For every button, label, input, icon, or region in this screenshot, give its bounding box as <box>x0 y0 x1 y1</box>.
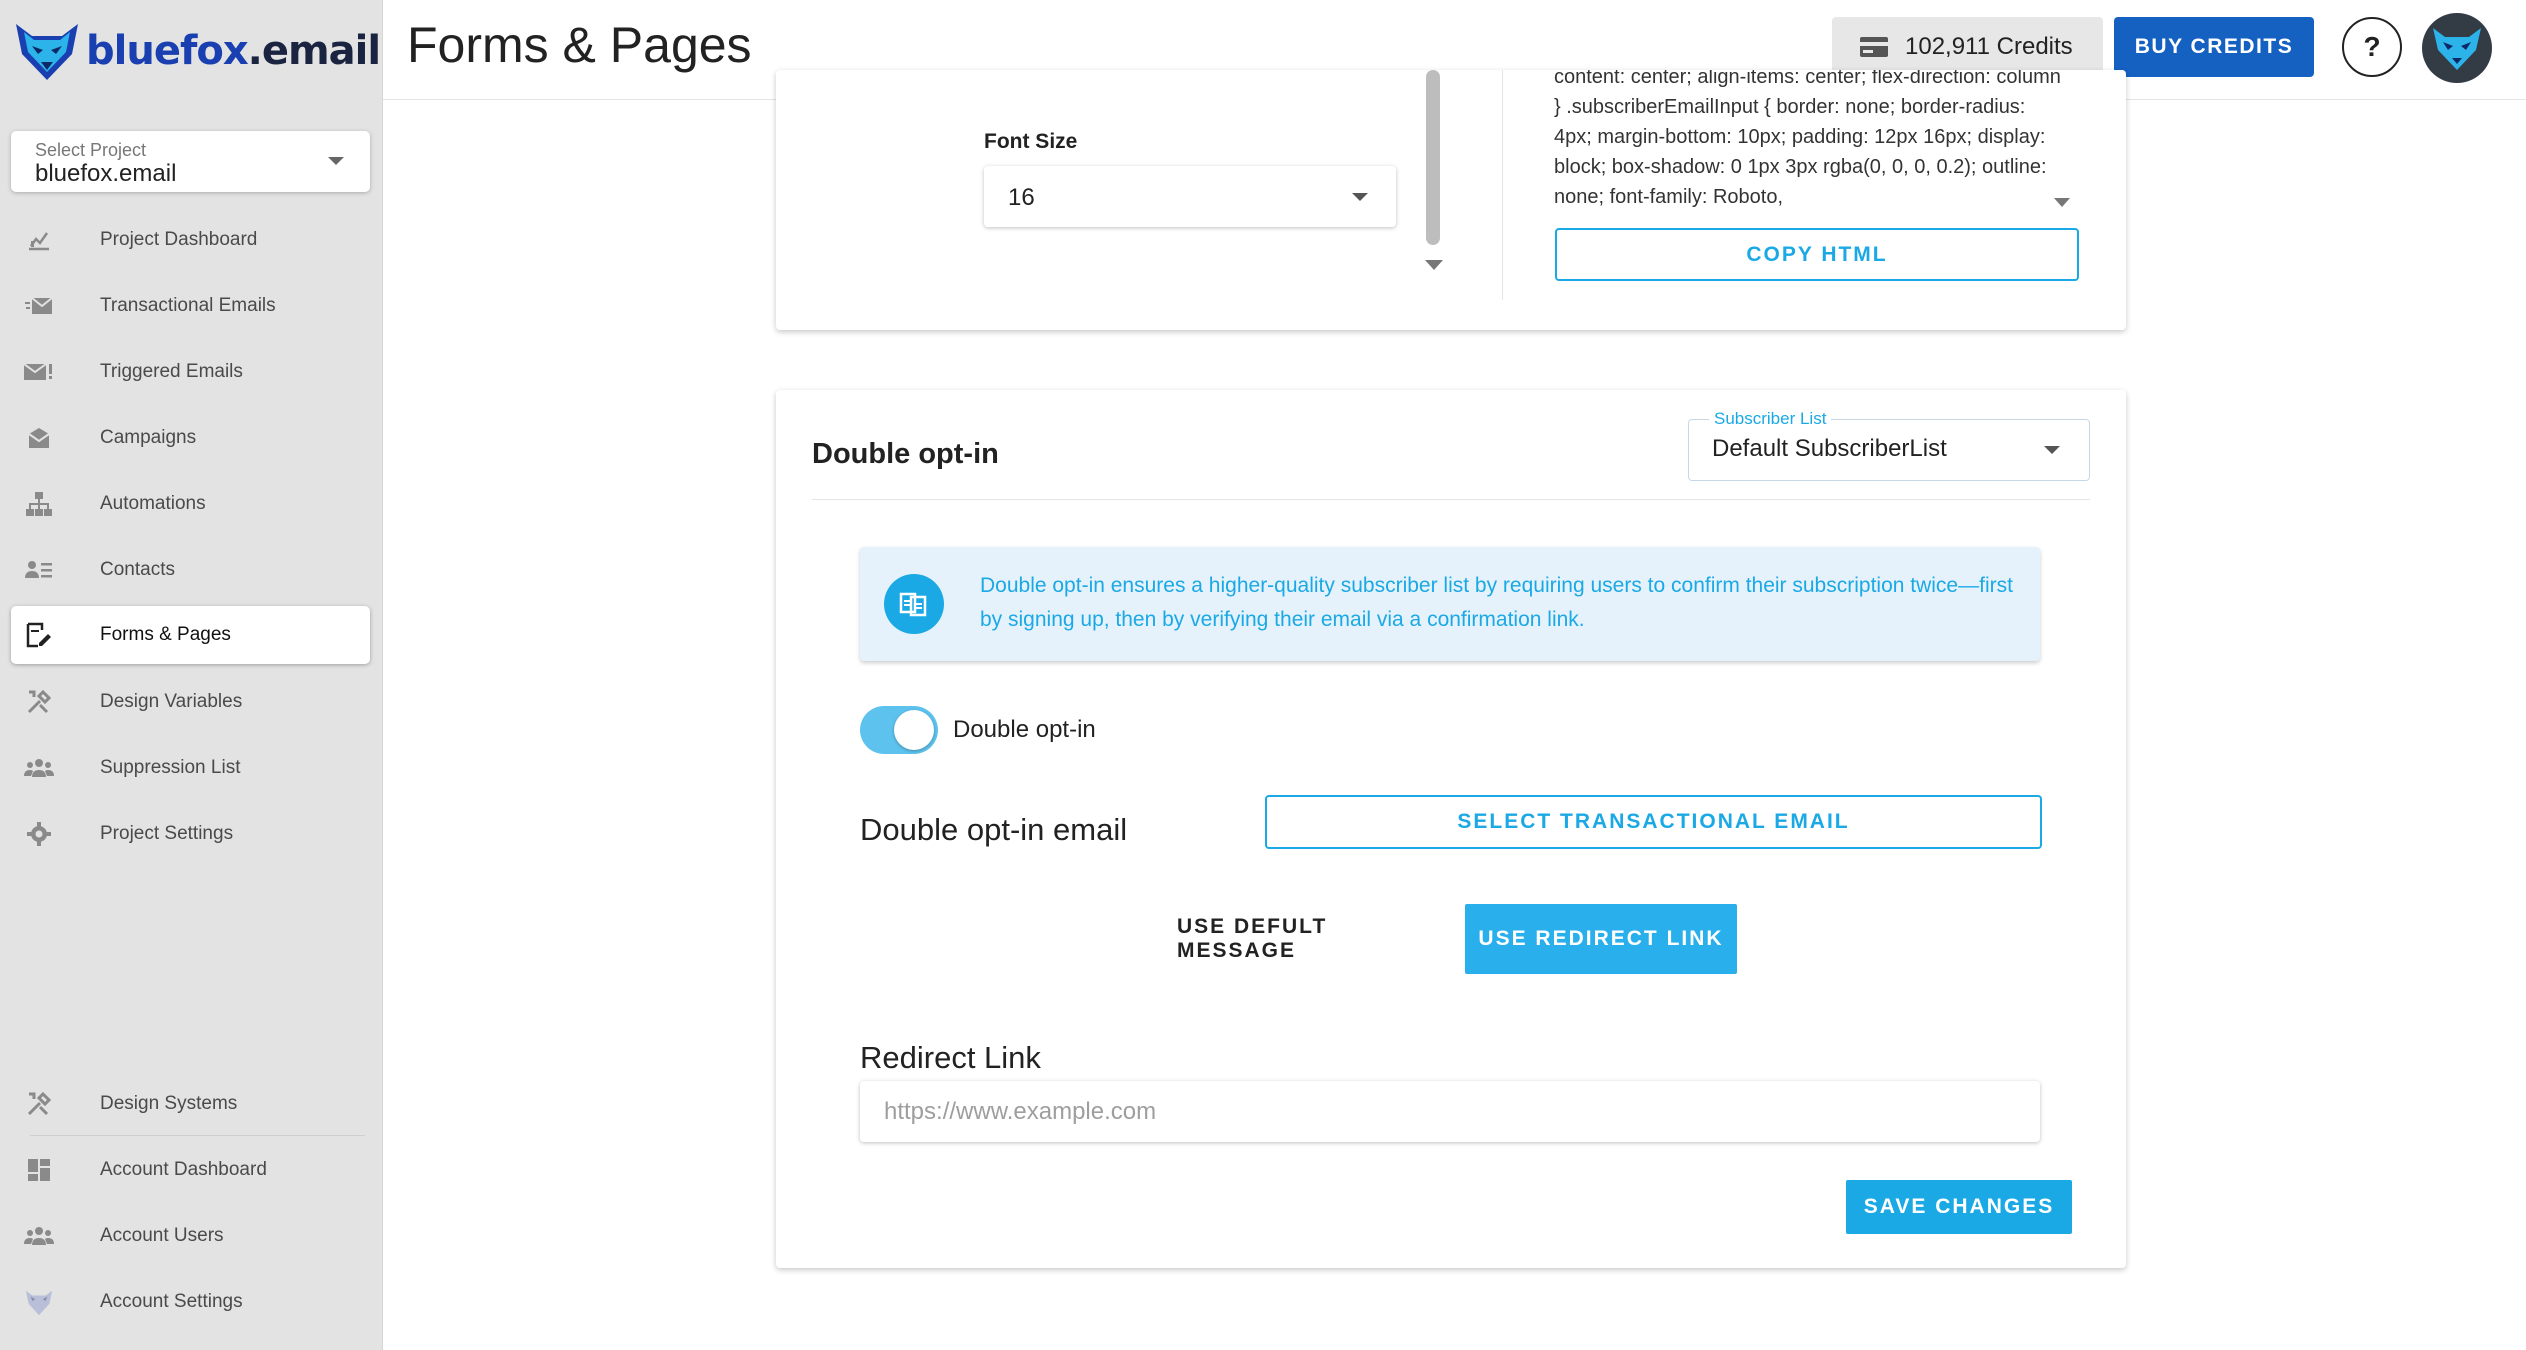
sitemap-icon <box>24 489 54 519</box>
style-settings-card: Font Size 16 content: center; align-item… <box>776 70 2126 330</box>
sidebar-item-design-variables[interactable]: Design Variables <box>11 673 370 731</box>
sidebar-item-label: Account Dashboard <box>100 1159 267 1180</box>
dashboard-icon <box>24 1155 54 1185</box>
copy-html-button[interactable]: COPY HTML <box>1555 228 2079 281</box>
html-code-preview[interactable]: content: center; align-items: center; fl… <box>1554 70 2064 225</box>
sidebar-item-triggered-emails[interactable]: Triggered Emails <box>11 343 370 401</box>
font-size-label: Font Size <box>984 130 1078 153</box>
sidebar-item-label: Design Variables <box>100 691 243 712</box>
sidebar-item-forms-pages[interactable]: Forms & Pages <box>11 606 370 664</box>
redirect-link-input[interactable] <box>860 1081 2040 1142</box>
sidebar-item-suppression-list[interactable]: Suppression List <box>11 739 370 797</box>
scroll-down-arrow-icon[interactable] <box>1425 260 1443 270</box>
page-title: Forms & Pages <box>407 17 752 73</box>
credits-count: 102,911 Credits <box>1905 33 2073 60</box>
sidebar-item-campaigns[interactable]: Campaigns <box>11 409 370 467</box>
brand-logo[interactable]: bluefox.email <box>10 8 381 93</box>
form-edit-icon <box>24 620 54 650</box>
campaign-icon <box>24 423 54 453</box>
fox-logo-icon <box>16 23 78 80</box>
font-size-value: 16 <box>1008 184 1035 211</box>
mail-alert-icon <box>24 357 54 387</box>
sidebar-item-label: Automations <box>100 493 206 514</box>
buy-credits-button[interactable]: BUY CREDITS <box>2114 17 2314 77</box>
toggle-knob <box>894 710 934 750</box>
sidebar-item-project-settings[interactable]: Project Settings <box>11 805 370 863</box>
sidebar-divider <box>30 1135 365 1136</box>
chart-icon <box>24 225 54 255</box>
brand-name: bluefox.email <box>86 27 381 74</box>
save-changes-button[interactable]: SAVE CHANGES <box>1846 1180 2072 1234</box>
sidebar-item-label: Contacts <box>100 559 175 580</box>
fox-icon <box>24 1287 54 1317</box>
gear-icon <box>24 819 54 849</box>
contacts-icon <box>24 555 54 585</box>
sidebar-item-account-settings[interactable]: Account Settings <box>11 1273 370 1331</box>
section-divider <box>812 499 2090 500</box>
chevron-down-icon <box>2044 446 2060 454</box>
scroll-down-arrow-icon[interactable] <box>2054 198 2070 207</box>
sidebar-item-label: Triggered Emails <box>100 361 243 382</box>
sidebar-item-contacts[interactable]: Contacts <box>11 541 370 599</box>
sidebar-item-label: Account Settings <box>100 1291 243 1312</box>
project-select-value: bluefox.email <box>35 160 177 187</box>
settings-scrollbar[interactable] <box>1426 70 1440 245</box>
chevron-down-icon <box>328 157 344 165</box>
select-transactional-email-button[interactable]: SELECT TRANSACTIONAL EMAIL <box>1265 795 2042 849</box>
sidebar-item-transactional-emails[interactable]: Transactional Emails <box>11 277 370 335</box>
chevron-down-icon <box>1352 193 1368 201</box>
mail-fast-icon <box>24 291 54 321</box>
sidebar-item-account-dashboard[interactable]: Account Dashboard <box>11 1141 370 1199</box>
sidebar-item-label: Account Users <box>100 1225 224 1246</box>
people-icon <box>24 1221 54 1251</box>
sidebar-item-project-dashboard[interactable]: Project Dashboard <box>11 211 370 269</box>
project-select-label: Select Project <box>35 140 147 160</box>
tools-icon <box>24 1089 54 1119</box>
double-optin-email-label: Double opt-in email <box>860 812 1128 847</box>
use-default-message-button[interactable]: USE DEFULT MESSAGE <box>1177 904 1435 974</box>
section-title: Double opt-in <box>812 438 999 470</box>
people-block-icon <box>24 753 54 783</box>
use-redirect-link-button[interactable]: USE REDIRECT LINK <box>1465 904 1737 974</box>
font-size-select[interactable]: 16 <box>984 166 1396 227</box>
subscriber-list-value: Default SubscriberList <box>1712 435 1947 462</box>
subscriber-list-label: Subscriber List <box>1709 409 1832 429</box>
redirect-link-label: Redirect Link <box>860 1040 1041 1075</box>
sidebar-item-label: Campaigns <box>100 427 197 448</box>
info-icon <box>884 574 944 634</box>
html-code-text: content: center; align-items: center; fl… <box>1554 70 2061 208</box>
fox-avatar-icon <box>2433 28 2481 70</box>
sidebar-item-automations[interactable]: Automations <box>11 475 370 533</box>
sidebar-item-label: Design Systems <box>100 1093 238 1114</box>
sidebar-item-label: Forms & Pages <box>100 624 231 645</box>
subscriber-list-select[interactable]: Subscriber List Default SubscriberList <box>1688 409 2090 481</box>
double-optin-toggle[interactable] <box>860 706 938 754</box>
sidebar-item-label: Suppression List <box>100 757 241 778</box>
sidebar-item-account-users[interactable]: Account Users <box>11 1207 370 1265</box>
credit-card-icon <box>1860 37 1888 57</box>
sidebar: bluefox.email Select Project bluefox.ema… <box>0 0 383 1350</box>
sidebar-item-label: Transactional Emails <box>100 295 276 316</box>
help-button[interactable]: ? <box>2342 17 2402 77</box>
avatar[interactable] <box>2422 13 2492 83</box>
sidebar-item-label: Project Dashboard <box>100 229 258 250</box>
project-select[interactable]: Select Project bluefox.email <box>11 131 370 192</box>
info-text: Double opt-in ensures a higher-quality s… <box>980 574 2013 631</box>
toggle-label: Double opt-in <box>953 716 1096 743</box>
info-alert: Double opt-in ensures a higher-quality s… <box>860 547 2040 661</box>
panel-divider <box>1502 70 1503 300</box>
sidebar-item-design-systems[interactable]: Design Systems <box>11 1075 370 1133</box>
sidebar-item-label: Project Settings <box>100 823 234 844</box>
tools-icon <box>24 687 54 717</box>
credits-badge[interactable]: 102,911 Credits <box>1832 17 2103 77</box>
double-optin-card: Double opt-in Subscriber List Default Su… <box>776 390 2126 1268</box>
